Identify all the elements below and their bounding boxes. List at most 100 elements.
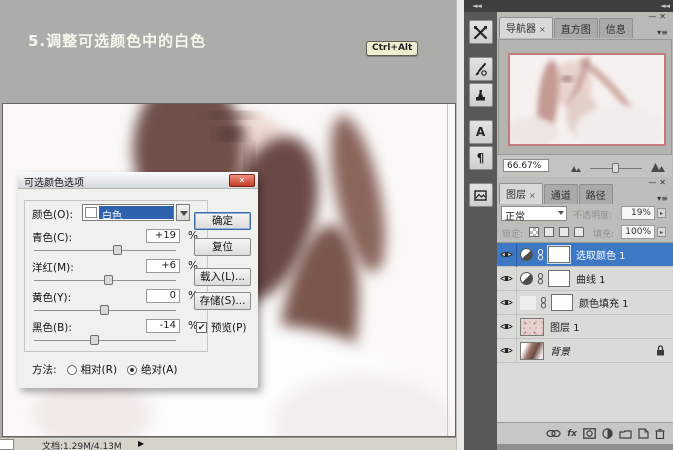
magenta-slider-thumb[interactable] xyxy=(104,275,113,285)
link-layers-icon[interactable] xyxy=(546,429,561,438)
zoom-in-icon[interactable] xyxy=(650,161,666,172)
status-zoom-field[interactable] xyxy=(0,439,14,450)
tools-panel-icon[interactable] xyxy=(469,20,493,44)
magenta-value-field[interactable]: +6 xyxy=(146,259,180,273)
paragraph-panel-icon[interactable]: ¶ xyxy=(469,146,493,170)
layer-mask-thumbnail[interactable] xyxy=(548,246,570,263)
relative-radio[interactable] xyxy=(67,365,77,375)
adjustment-layer-icon[interactable] xyxy=(520,248,533,261)
ok-button[interactable]: 确定 xyxy=(194,212,251,230)
navigator-menu-icon[interactable]: ▾≡ xyxy=(655,28,670,39)
visibility-toggle[interactable] xyxy=(497,291,517,315)
visibility-toggle[interactable] xyxy=(497,267,517,291)
layer-mask-thumbnail[interactable] xyxy=(551,294,573,311)
cyan-value-field[interactable]: +19 xyxy=(146,229,180,243)
lock-all-icon[interactable] xyxy=(574,227,584,237)
layer-mask-thumbnail[interactable] xyxy=(548,270,570,287)
magenta-slider-track[interactable] xyxy=(34,280,176,281)
opacity-spinner-icon[interactable]: ▸ xyxy=(657,208,666,218)
zoom-out-icon[interactable] xyxy=(570,164,582,172)
yellow-slider-thumb[interactable] xyxy=(100,305,109,315)
delete-layer-icon[interactable] xyxy=(655,428,665,439)
cyan-slider-track[interactable] xyxy=(34,250,176,251)
tab-navigator[interactable]: 导航器× xyxy=(499,17,553,38)
tab-channels[interactable]: 通道 xyxy=(544,184,578,204)
new-group-icon[interactable] xyxy=(619,429,632,439)
tab-layers-label: 图层 xyxy=(506,190,526,201)
fill-label: 填充: xyxy=(593,227,614,240)
preview-label: 预览(P) xyxy=(211,320,247,335)
tab-paths[interactable]: 路径 xyxy=(579,184,613,204)
fill-spinner-icon[interactable]: ▸ xyxy=(657,227,666,237)
layer-style-icon[interactable]: fx xyxy=(567,429,577,439)
lock-paint-icon[interactable] xyxy=(544,227,554,237)
opacity-field[interactable]: 19% xyxy=(621,206,655,220)
blend-mode-select[interactable]: 正常 xyxy=(501,206,567,221)
layers-minimize-icon[interactable]: — xyxy=(648,178,659,187)
navigator-zoom-slider-thumb[interactable] xyxy=(612,163,619,173)
dialog-titlebar[interactable]: 可选颜色选项 ✕ xyxy=(18,172,258,189)
add-mask-icon[interactable] xyxy=(583,428,596,439)
lock-position-icon[interactable] xyxy=(559,227,569,237)
layer-row-selective-color[interactable]: 选取颜色 1 xyxy=(497,243,673,267)
navigator-minimize-icon[interactable]: — xyxy=(648,12,659,21)
tab-histogram-label: 直方图 xyxy=(561,25,591,36)
layer-name: 曲线 1 xyxy=(576,271,606,286)
color-dropdown-arrow-button[interactable] xyxy=(176,204,190,221)
layer-comps-panel-icon[interactable] xyxy=(469,183,493,207)
yellow-value-field[interactable]: 0 xyxy=(146,289,180,303)
lock-row: 锁定: 填充: 100% ▸ xyxy=(497,224,673,242)
pixel-layer-thumbnail[interactable] xyxy=(520,318,544,336)
layer-row-background[interactable]: 背景 xyxy=(497,339,673,363)
visibility-toggle[interactable] xyxy=(497,243,517,267)
lock-transparency-icon[interactable] xyxy=(529,227,539,237)
preview-checkbox[interactable]: ✔ 预览(P) xyxy=(196,320,247,335)
tab-histogram[interactable]: 直方图 xyxy=(554,18,598,38)
panel-collapse-icon[interactable]: ◄◄ xyxy=(660,2,669,10)
eye-icon xyxy=(500,346,513,355)
document-vertical-scrollbar[interactable] xyxy=(447,104,455,436)
absolute-radio[interactable] xyxy=(127,365,137,375)
save-button[interactable]: 存储(S)... xyxy=(194,292,251,310)
brush-panel-icon[interactable] xyxy=(469,57,493,81)
tab-close-icon[interactable]: × xyxy=(539,25,546,34)
layer-list: 选取颜色 1 曲线 1 颜色填充 1 xyxy=(497,242,673,422)
character-panel-icon[interactable]: A xyxy=(469,120,493,144)
layer-row-layer1[interactable]: 图层 1 xyxy=(497,315,673,339)
dock-collapse-icon[interactable]: ◄◄ xyxy=(472,2,481,10)
new-adjustment-layer-icon[interactable] xyxy=(602,428,613,439)
fill-layer-thumbnail[interactable] xyxy=(520,296,536,310)
layer-row-color-fill[interactable]: 颜色填充 1 xyxy=(497,291,673,315)
navigator-close-icon[interactable]: ✕ xyxy=(659,12,669,21)
color-dropdown[interactable]: 白色 xyxy=(82,204,174,221)
black-slider-thumb[interactable] xyxy=(90,335,99,345)
new-layer-icon[interactable] xyxy=(638,428,649,439)
layers-close-icon[interactable]: ✕ xyxy=(659,178,669,187)
magenta-label: 洋红(M): xyxy=(32,260,74,275)
reset-button[interactable]: 复位 xyxy=(194,238,251,256)
visibility-toggle[interactable] xyxy=(497,315,517,339)
clone-source-panel-icon[interactable] xyxy=(469,83,493,107)
checkbox-check-icon[interactable]: ✔ xyxy=(196,322,207,333)
visibility-toggle[interactable] xyxy=(497,339,517,363)
mask-link-icon[interactable] xyxy=(540,297,547,309)
tab-info[interactable]: 信息 xyxy=(599,18,633,38)
mask-link-icon[interactable] xyxy=(537,249,544,261)
black-value-field[interactable]: -14 xyxy=(146,319,180,333)
status-flyout-arrow-icon[interactable]: ▶ xyxy=(138,439,144,448)
fill-field[interactable]: 100% xyxy=(621,225,655,239)
mask-link-icon[interactable] xyxy=(537,273,544,285)
yellow-slider-track[interactable] xyxy=(34,310,176,311)
tab-close-icon[interactable]: × xyxy=(529,191,536,200)
adjustment-layer-icon[interactable] xyxy=(520,272,533,285)
cyan-slider-thumb[interactable] xyxy=(113,245,122,255)
tab-layers[interactable]: 图层× xyxy=(499,183,543,204)
navigator-proxy-view[interactable] xyxy=(508,53,666,146)
black-slider-track[interactable] xyxy=(34,340,176,341)
load-button[interactable]: 载入(L)... xyxy=(194,268,251,286)
layer-name: 图层 1 xyxy=(550,319,580,334)
layer-row-curves[interactable]: 曲线 1 xyxy=(497,267,673,291)
navigator-zoom-field[interactable]: 66.67% xyxy=(503,159,549,172)
dialog-close-button[interactable]: ✕ xyxy=(229,174,255,187)
background-layer-thumbnail[interactable] xyxy=(520,342,544,360)
